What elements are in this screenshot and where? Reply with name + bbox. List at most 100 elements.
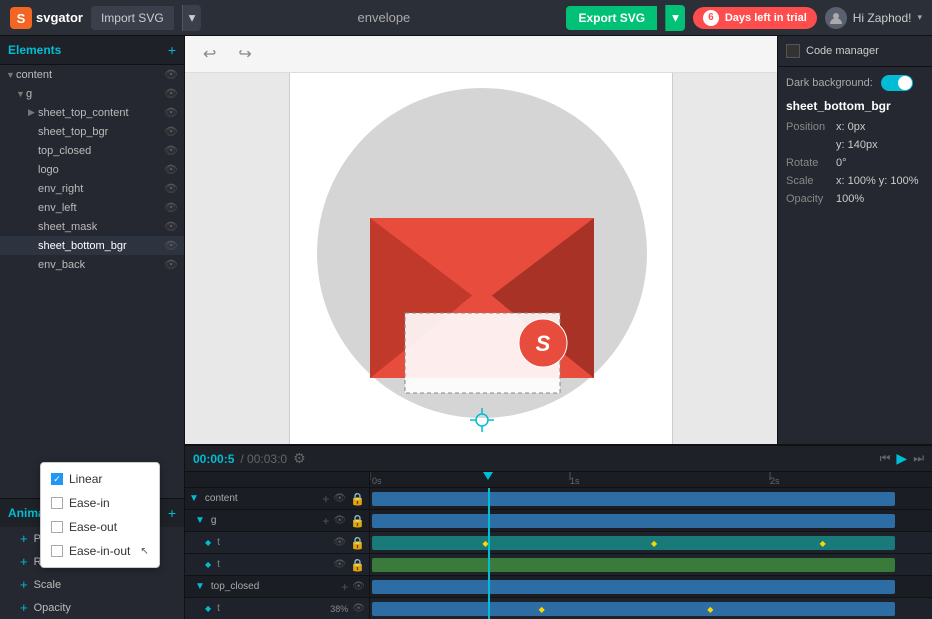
add-keyframe-icon[interactable]: + [341, 580, 348, 594]
tree-arrow-icon: ▼ [6, 70, 16, 80]
tree-item-sheet-top-content[interactable]: ▶ sheet_top_content 👁 [0, 103, 184, 122]
eye-icon[interactable]: 👁 [352, 603, 365, 614]
tree-item-content[interactable]: ▼ content 👁 [0, 65, 184, 84]
export-arrow-button[interactable]: ▾ [665, 5, 685, 31]
tree-label: g [26, 88, 160, 100]
eye-icon[interactable]: 👁 [164, 87, 178, 100]
eye-icon[interactable]: 👁 [333, 559, 346, 570]
prop-icon: ◆ [205, 538, 211, 547]
prop-icon: ◆ [205, 604, 211, 613]
eye-icon[interactable]: 👁 [333, 537, 346, 548]
diamond-icon[interactable]: ◆ [651, 539, 657, 548]
import-arrow-button[interactable]: ▾ [182, 5, 202, 31]
popup-item-ease-in[interactable]: Ease-in [41, 491, 159, 515]
add-keyframe-icon[interactable]: + [322, 492, 329, 506]
eye-icon[interactable]: 👁 [352, 581, 365, 592]
popup-item-ease-out[interactable]: Ease-out [41, 515, 159, 539]
elements-title: Elements [8, 43, 61, 57]
eye-icon[interactable]: 👁 [164, 182, 178, 195]
next-frame-button[interactable]: ⏭ [913, 451, 924, 466]
timeline-settings-button[interactable]: ⚙ [293, 450, 306, 467]
svg-text:2s: 2s [770, 476, 780, 486]
tree-item-env-right[interactable]: env_right 👁 [0, 179, 184, 198]
eye-icon[interactable]: 👁 [164, 239, 178, 252]
collapse-icon[interactable]: ▼ [189, 493, 199, 504]
animator-opacity[interactable]: + Opacity [0, 596, 184, 619]
popup-label-ease-in: Ease-in [69, 496, 110, 510]
tree-item-env-left[interactable]: env_left 👁 [0, 198, 184, 217]
add-keyframe-icon[interactable]: + [322, 514, 329, 528]
export-svg-button[interactable]: Export SVG [566, 6, 657, 30]
plus-icon: + [20, 554, 28, 569]
popup-item-ease-in-out[interactable]: Ease-in-out ↖ [41, 539, 159, 563]
plus-icon: + [20, 600, 28, 615]
tree-label: env_left [38, 202, 160, 214]
tree-item-sheet-bottom-bgr[interactable]: sheet_bottom_bgr 👁 [0, 236, 184, 255]
tl-row-track2: ◆ t 👁 🔒 [185, 554, 369, 576]
eye-icon[interactable]: 👁 [164, 68, 178, 81]
tree-item-logo[interactable]: logo 👁 [0, 160, 184, 179]
rotate-row: Rotate 0° [786, 157, 924, 169]
collapse-icon[interactable]: ▼ [195, 515, 205, 526]
track-bar[interactable] [372, 558, 895, 572]
eye-icon[interactable]: 👁 [164, 125, 178, 138]
animator-label: Opacity [34, 602, 71, 614]
lock-icon[interactable]: 🔒 [350, 536, 365, 550]
track-bar[interactable] [372, 536, 895, 550]
eye-icon[interactable]: 👁 [164, 106, 178, 119]
eye-icon[interactable]: 👁 [164, 144, 178, 157]
tree-item-sheet-mask[interactable]: sheet_mask 👁 [0, 217, 184, 236]
track-bar[interactable] [372, 492, 895, 506]
eye-icon[interactable]: 👁 [333, 493, 346, 504]
tree-arrow-icon: ▼ [16, 89, 26, 99]
track-t2 [370, 554, 932, 576]
diamond-icon[interactable]: ◆ [539, 605, 545, 614]
lock-icon[interactable]: 🔒 [350, 492, 365, 506]
trial-badge[interactable]: 6 Days left in trial [693, 7, 817, 29]
dark-background-toggle[interactable] [881, 75, 913, 91]
track-bar[interactable] [372, 580, 895, 594]
lock-icon[interactable]: 🔒 [350, 514, 365, 528]
total-time: / 00:03:0 [240, 452, 287, 466]
canvas-area: ↩ ↪ [185, 36, 777, 444]
elements-add-icon[interactable]: + [168, 42, 176, 58]
timeline-labels: ▼ content + 👁 🔒 ▼ g + 👁 🔒 ◆ [185, 472, 370, 619]
top-navbar: S svgator Import SVG ▾ envelope Export S… [0, 0, 932, 36]
animators-add-icon[interactable]: + [168, 505, 176, 521]
popup-item-linear[interactable]: ✓ Linear [41, 467, 159, 491]
timeline-ruler[interactable]: 0s 1s 2s 3s [370, 472, 932, 488]
diamond-icon[interactable]: ◆ [820, 539, 826, 548]
user-menu[interactable]: Hi Zaphod! ▾ [825, 7, 922, 29]
diamond-icon[interactable]: ◆ [482, 539, 488, 548]
opacity-value: 100% [836, 193, 864, 205]
tree-item-top-closed[interactable]: top_closed 👁 [0, 141, 184, 160]
canvas-viewport[interactable]: S 384 × 384 ✎ [185, 73, 777, 444]
eye-icon[interactable]: 👁 [164, 163, 178, 176]
eye-icon[interactable]: 👁 [164, 201, 178, 214]
play-button[interactable]: ▶ [896, 450, 907, 467]
tree-label: sheet_top_content [38, 107, 160, 119]
redo-button[interactable]: ↪ [232, 42, 257, 66]
playhead-indicator [488, 472, 490, 487]
collapse-icon[interactable]: ▼ [195, 581, 205, 592]
diamond-icon[interactable]: ◆ [707, 605, 713, 614]
trial-text: Days left in trial [725, 12, 807, 24]
eye-icon[interactable]: 👁 [333, 515, 346, 526]
timeline: 00:00:5 / 00:03:0 ⚙ ⏮ ▶ ⏭ ▼ content + [185, 444, 932, 619]
tree-item-sheet-top-bgr[interactable]: sheet_top_bgr 👁 [0, 122, 184, 141]
lock-icon[interactable]: 🔒 [350, 558, 365, 572]
tree-label: env_back [38, 259, 160, 271]
canvas-toolbar: ↩ ↪ [185, 36, 777, 73]
tree-item-env-back[interactable]: env_back 👁 [0, 255, 184, 274]
undo-button[interactable]: ↩ [197, 42, 222, 66]
import-svg-button[interactable]: Import SVG [91, 6, 174, 30]
eye-icon[interactable]: 👁 [164, 220, 178, 233]
code-manager-checkbox[interactable] [786, 44, 800, 58]
canvas-svg: S [290, 73, 674, 444]
prev-frame-button[interactable]: ⏮ [880, 451, 891, 466]
tree-item-g[interactable]: ▼ g 👁 [0, 84, 184, 103]
track-bar[interactable] [372, 514, 895, 528]
track-bar[interactable] [372, 602, 895, 616]
animator-scale[interactable]: + Scale [0, 573, 184, 596]
eye-icon[interactable]: 👁 [164, 258, 178, 271]
